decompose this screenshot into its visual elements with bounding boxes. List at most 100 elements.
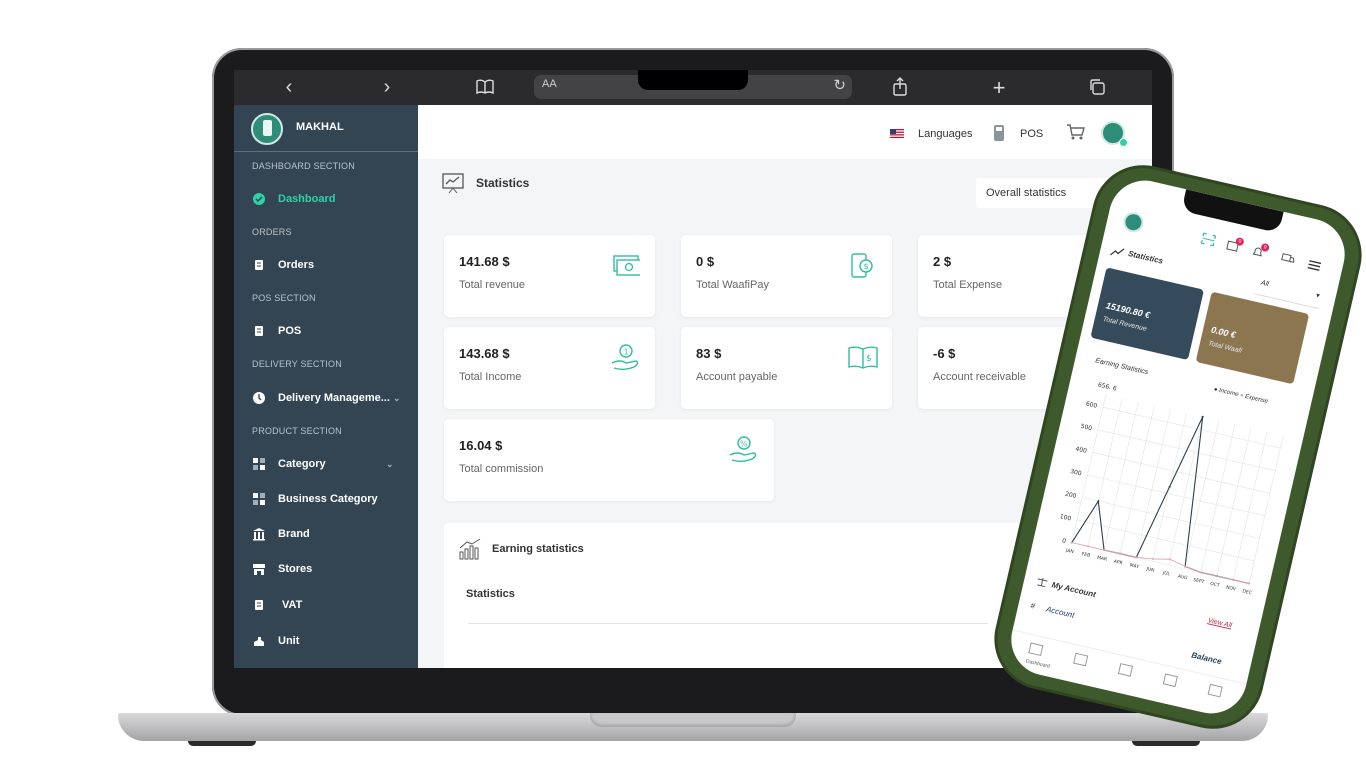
data-point-expense — [1231, 578, 1234, 581]
stores-icon — [252, 562, 266, 576]
laptop-foot-left — [188, 741, 256, 746]
bar-chart-icon — [459, 538, 481, 560]
dashboard-icon — [252, 192, 266, 206]
sidebar-item-stores[interactable]: Stores — [252, 560, 312, 578]
menu-icon[interactable] — [1307, 260, 1322, 271]
forward-icon[interactable]: › — [372, 70, 402, 105]
x-tick-label: APR — [1113, 559, 1123, 567]
grid-line-y — [1092, 452, 1271, 494]
nav-item-5[interactable] — [1206, 682, 1224, 703]
grid-line-x — [1184, 420, 1220, 569]
y-tick-label: 0 — [1061, 537, 1066, 545]
data-point-expense — [1103, 548, 1106, 551]
data-point-expense — [1215, 575, 1218, 578]
nav-dashboard[interactable]: Dashboard — [1025, 641, 1054, 670]
new-tab-icon[interactable]: + — [984, 70, 1014, 105]
back-icon[interactable]: ‹ — [274, 70, 304, 105]
nav-item-3[interactable] — [1116, 662, 1134, 683]
svg-text:1: 1 — [624, 348, 629, 357]
sidebar-item-delivery[interactable]: Delivery Manageme... ⌄ — [252, 389, 412, 407]
grid-line-x — [1135, 409, 1171, 558]
pos-icon — [252, 324, 266, 338]
sidebar-item-orders[interactable]: Orders — [252, 256, 314, 274]
nav-item-2[interactable] — [1071, 651, 1089, 672]
truck-icon[interactable] — [1280, 253, 1296, 266]
orders-icon — [252, 258, 266, 272]
sidebar-item-category[interactable]: Category ⌄ — [252, 455, 412, 473]
brand-logo[interactable] — [251, 113, 283, 145]
card-total-waafipay: 0 $ Total WaafiPay $ — [681, 235, 892, 317]
brand-icon — [252, 527, 266, 541]
y-tick-label: 656. 6 — [1097, 381, 1117, 392]
y-tick-label: 200 — [1064, 491, 1077, 500]
card-total-revenue: 141.68 $ Total revenue — [444, 235, 655, 317]
section-pos: POS SECTION — [252, 293, 316, 303]
x-tick-label: MAY — [1129, 562, 1140, 570]
data-point-expense — [1151, 557, 1154, 560]
grid-line-x — [1232, 431, 1268, 580]
section-product: PRODUCT SECTION — [252, 426, 342, 436]
cart-icon[interactable] — [1066, 123, 1086, 141]
statistics-presentation-icon — [442, 173, 464, 194]
unit-icon — [252, 634, 266, 648]
earning-divider — [468, 623, 988, 624]
phone-card-revenue: 15190.80 € Total Revenue — [1090, 267, 1205, 360]
online-status-dot — [1119, 138, 1128, 147]
y-tick-label: 600 — [1085, 400, 1098, 409]
card-account-payable: 83 $ Account payable $ — [681, 327, 892, 409]
y-tick-label: 100 — [1059, 513, 1072, 522]
sidebar-item-brand[interactable]: Brand — [252, 525, 310, 543]
phone-frame: 0 0 Statistics All ▾ 15190.80 € Total Re… — [987, 158, 1366, 736]
legend-income: ● Income — [1213, 386, 1239, 399]
reader-aa[interactable]: AA — [542, 78, 557, 90]
x-tick-label: JUN — [1145, 566, 1155, 574]
section-orders: ORDERS — [252, 227, 292, 237]
nav-item-4[interactable] — [1161, 672, 1179, 693]
svg-text:$: $ — [864, 262, 869, 271]
tabs-icon[interactable] — [1088, 78, 1106, 101]
languages-link[interactable]: Languages — [918, 128, 972, 140]
earning-statistics-subtitle: Statistics — [466, 588, 515, 600]
laptop-camera-notch — [638, 70, 748, 90]
sidebar-item-business-category[interactable]: Business Category — [252, 490, 378, 508]
grid-line-x — [1087, 398, 1123, 547]
reload-icon[interactable]: ↻ — [833, 76, 846, 94]
x-tick-label: SEPT — [1193, 577, 1205, 585]
page-title: Statistics — [476, 176, 530, 190]
business-category-icon — [252, 492, 266, 506]
grid-line-x — [1168, 416, 1203, 565]
x-tick-label: FEB — [1081, 551, 1091, 559]
pos-link[interactable]: POS — [1020, 128, 1043, 140]
phone-statistics-title: Statistics — [1127, 248, 1164, 266]
grid-line-x — [1200, 424, 1236, 573]
scan-icon[interactable] — [1200, 232, 1217, 247]
top-header: Languages POS — [418, 105, 1152, 159]
sidebar-item-unit[interactable]: Unit — [252, 632, 299, 650]
legend-expense: ● Expense — [1239, 392, 1269, 405]
scale-icon — [1037, 577, 1048, 588]
grid-line-y — [1102, 406, 1281, 449]
sidebar-item-vat[interactable]: VAT — [252, 596, 302, 614]
view-all-link[interactable]: View All — [1207, 617, 1232, 629]
sidebar-item-pos[interactable]: POS — [252, 322, 301, 340]
grid-line-x — [1103, 401, 1139, 551]
sidebar-item-dashboard[interactable]: Dashboard — [252, 190, 335, 208]
brand-name: MAKHAL — [296, 121, 344, 133]
grid-line-y — [1082, 497, 1260, 539]
earning-statistics-title: Earning statistics — [492, 543, 584, 555]
phone-chart-title: Earning Statistics — [1094, 357, 1149, 377]
vat-icon — [252, 598, 266, 612]
sidebar: MAKHAL DASHBOARD SECTION Dashboard ORDER… — [234, 105, 418, 668]
grid-line-y — [1087, 474, 1265, 517]
earning-line-chart: 0 100 200 300 400 500 600 656. 6 JAN FEB MAR APR MAY… — [1059, 381, 1284, 596]
x-tick-label: OCT — [1210, 581, 1221, 589]
phone-logo[interactable] — [1121, 210, 1146, 235]
phone-bottom-nav: Dashboard — [1004, 629, 1247, 721]
data-point-expense — [1119, 552, 1122, 555]
chevron-down-icon: ⌄ — [392, 393, 401, 403]
share-icon[interactable] — [892, 77, 908, 102]
section-dashboard: DASHBOARD SECTION — [252, 161, 355, 171]
bookmarks-icon[interactable] — [476, 79, 494, 100]
grid-line-x — [1248, 435, 1284, 584]
sidebar-divider — [234, 151, 418, 152]
